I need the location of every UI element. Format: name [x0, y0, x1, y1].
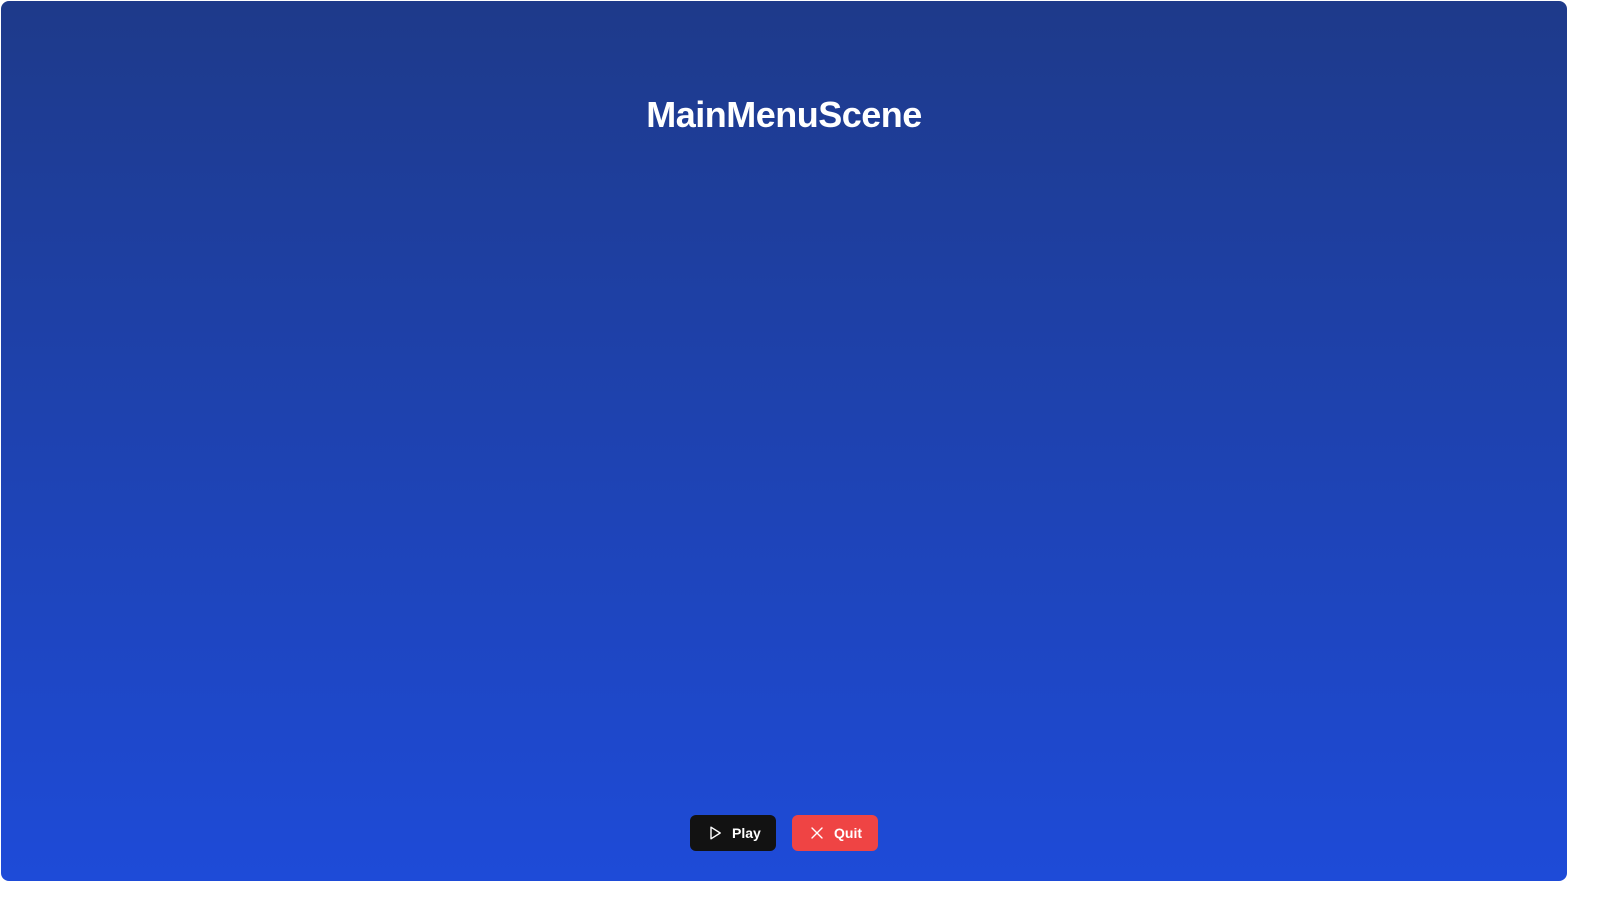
close-icon [809, 825, 825, 841]
quit-button[interactable]: Quit [792, 815, 878, 851]
scene-title: MainMenuScene [646, 94, 922, 135]
main-menu-scene: MainMenuScene Play Quit [1, 1, 1567, 881]
play-icon [707, 825, 723, 841]
quit-button-label: Quit [834, 825, 862, 841]
play-button[interactable]: Play [690, 815, 776, 851]
menu-button-row: Play Quit [1, 815, 1567, 851]
play-button-label: Play [732, 825, 761, 841]
